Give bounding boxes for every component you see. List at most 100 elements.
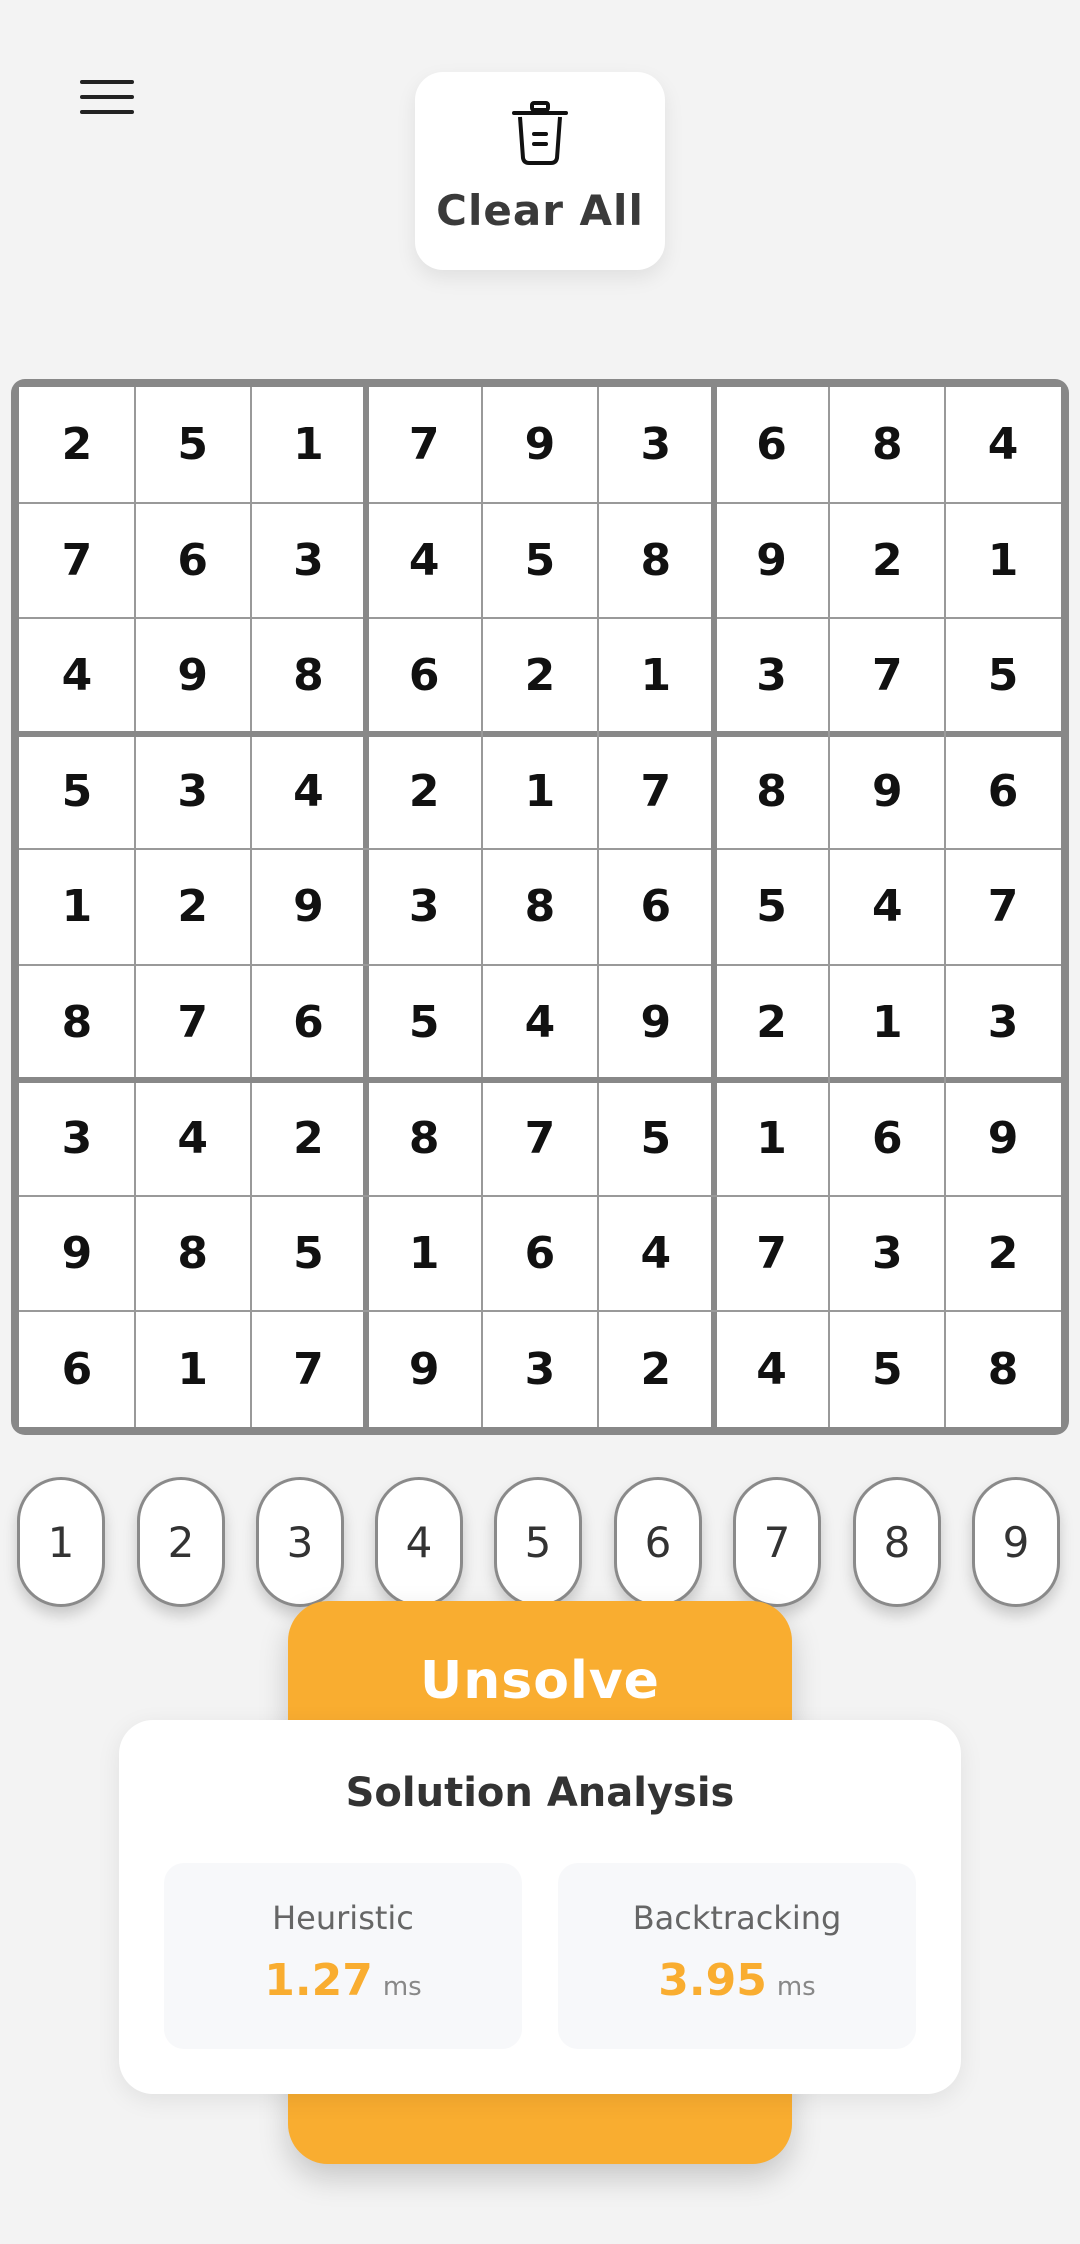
sudoku-cell[interactable]: 4 bbox=[829, 849, 945, 965]
number-button-8[interactable]: 8 bbox=[853, 1477, 941, 1607]
sudoku-cell[interactable]: 8 bbox=[714, 734, 830, 850]
sudoku-cell[interactable]: 7 bbox=[366, 387, 482, 503]
number-button-5[interactable]: 5 bbox=[494, 1477, 582, 1607]
sudoku-cell[interactable]: 9 bbox=[19, 1196, 135, 1312]
sudoku-cell[interactable]: 6 bbox=[482, 1196, 598, 1312]
heuristic-value: 1.27 bbox=[264, 1955, 373, 2006]
backtracking-unit: ms bbox=[776, 1972, 816, 2002]
sudoku-cell[interactable]: 1 bbox=[598, 618, 714, 734]
sudoku-cell[interactable]: 8 bbox=[19, 965, 135, 1081]
sudoku-cell[interactable]: 3 bbox=[714, 618, 830, 734]
sudoku-cell[interactable]: 4 bbox=[135, 1080, 251, 1196]
sudoku-cell[interactable]: 9 bbox=[251, 849, 367, 965]
number-button-3[interactable]: 3 bbox=[256, 1477, 344, 1607]
sudoku-cell[interactable]: 1 bbox=[135, 1311, 251, 1427]
sudoku-cell[interactable]: 2 bbox=[366, 734, 482, 850]
sudoku-cell[interactable]: 8 bbox=[135, 1196, 251, 1312]
sudoku-cell[interactable]: 6 bbox=[598, 849, 714, 965]
sudoku-cell[interactable]: 3 bbox=[135, 734, 251, 850]
sudoku-cell[interactable]: 7 bbox=[251, 1311, 367, 1427]
sudoku-cell[interactable]: 8 bbox=[598, 503, 714, 619]
sudoku-cell[interactable]: 5 bbox=[482, 503, 598, 619]
sudoku-cell[interactable]: 6 bbox=[829, 1080, 945, 1196]
sudoku-cell[interactable]: 8 bbox=[829, 387, 945, 503]
sudoku-cell[interactable]: 1 bbox=[714, 1080, 830, 1196]
sudoku-cell[interactable]: 5 bbox=[598, 1080, 714, 1196]
sudoku-cell[interactable]: 5 bbox=[366, 965, 482, 1081]
sudoku-cell[interactable]: 6 bbox=[251, 965, 367, 1081]
sudoku-cell[interactable]: 9 bbox=[714, 503, 830, 619]
sudoku-cell[interactable]: 7 bbox=[598, 734, 714, 850]
backtracking-time: 3.95 ms bbox=[558, 1955, 916, 2006]
sudoku-cell[interactable]: 2 bbox=[251, 1080, 367, 1196]
sudoku-cell[interactable]: 5 bbox=[714, 849, 830, 965]
number-button-7[interactable]: 7 bbox=[733, 1477, 821, 1607]
sudoku-cell[interactable]: 7 bbox=[945, 849, 1061, 965]
sudoku-cell[interactable]: 3 bbox=[251, 503, 367, 619]
sudoku-cell[interactable]: 4 bbox=[945, 387, 1061, 503]
sudoku-cell[interactable]: 6 bbox=[366, 618, 482, 734]
number-button-2[interactable]: 2 bbox=[137, 1477, 225, 1607]
sudoku-cell[interactable]: 3 bbox=[945, 965, 1061, 1081]
sudoku-cell[interactable]: 5 bbox=[135, 387, 251, 503]
sudoku-cell[interactable]: 1 bbox=[482, 734, 598, 850]
sudoku-cell[interactable]: 5 bbox=[251, 1196, 367, 1312]
sudoku-cell[interactable]: 2 bbox=[19, 387, 135, 503]
sudoku-cell[interactable]: 2 bbox=[135, 849, 251, 965]
sudoku-cell[interactable]: 8 bbox=[251, 618, 367, 734]
number-button-1[interactable]: 1 bbox=[17, 1477, 105, 1607]
backtracking-value: 3.95 bbox=[658, 1955, 767, 2006]
sudoku-cell[interactable]: 7 bbox=[482, 1080, 598, 1196]
sudoku-cell[interactable]: 9 bbox=[366, 1311, 482, 1427]
sudoku-cell[interactable]: 2 bbox=[482, 618, 598, 734]
sudoku-cell[interactable]: 8 bbox=[482, 849, 598, 965]
sudoku-cell[interactable]: 7 bbox=[714, 1196, 830, 1312]
sudoku-cell[interactable]: 5 bbox=[829, 1311, 945, 1427]
menu-button[interactable] bbox=[80, 70, 146, 120]
sudoku-cell[interactable]: 6 bbox=[135, 503, 251, 619]
number-button-6[interactable]: 6 bbox=[614, 1477, 702, 1607]
sudoku-cell[interactable]: 4 bbox=[19, 618, 135, 734]
sudoku-cell[interactable]: 7 bbox=[19, 503, 135, 619]
sudoku-cell[interactable]: 2 bbox=[829, 503, 945, 619]
sudoku-cell[interactable]: 4 bbox=[482, 965, 598, 1081]
number-button-9[interactable]: 9 bbox=[972, 1477, 1060, 1607]
sudoku-cell[interactable]: 1 bbox=[19, 849, 135, 965]
sudoku-cell[interactable]: 2 bbox=[714, 965, 830, 1081]
sudoku-grid: 2517936847634589214986213755342178961293… bbox=[19, 387, 1061, 1427]
sudoku-cell[interactable]: 3 bbox=[19, 1080, 135, 1196]
number-pad: 123456789 bbox=[0, 1477, 1080, 1609]
sudoku-cell[interactable]: 9 bbox=[829, 734, 945, 850]
sudoku-cell[interactable]: 3 bbox=[482, 1311, 598, 1427]
sudoku-cell[interactable]: 6 bbox=[945, 734, 1061, 850]
sudoku-cell[interactable]: 2 bbox=[945, 1196, 1061, 1312]
sudoku-cell[interactable]: 9 bbox=[135, 618, 251, 734]
sudoku-cell[interactable]: 1 bbox=[366, 1196, 482, 1312]
number-button-4[interactable]: 4 bbox=[375, 1477, 463, 1607]
heuristic-label: Heuristic bbox=[272, 1899, 414, 1937]
clear-all-button[interactable]: Clear All bbox=[415, 72, 665, 270]
sudoku-cell[interactable]: 4 bbox=[366, 503, 482, 619]
sudoku-cell[interactable]: 1 bbox=[945, 503, 1061, 619]
sudoku-cell[interactable]: 1 bbox=[829, 965, 945, 1081]
sudoku-cell[interactable]: 9 bbox=[945, 1080, 1061, 1196]
heuristic-time: 1.27 ms bbox=[164, 1955, 522, 2006]
sudoku-cell[interactable]: 3 bbox=[366, 849, 482, 965]
sudoku-cell[interactable]: 8 bbox=[366, 1080, 482, 1196]
sudoku-cell[interactable]: 7 bbox=[135, 965, 251, 1081]
sudoku-cell[interactable]: 5 bbox=[19, 734, 135, 850]
sudoku-cell[interactable]: 7 bbox=[829, 618, 945, 734]
sudoku-cell[interactable]: 3 bbox=[598, 387, 714, 503]
sudoku-cell[interactable]: 1 bbox=[251, 387, 367, 503]
sudoku-cell[interactable]: 3 bbox=[829, 1196, 945, 1312]
sudoku-cell[interactable]: 2 bbox=[598, 1311, 714, 1427]
sudoku-cell[interactable]: 9 bbox=[598, 965, 714, 1081]
sudoku-cell[interactable]: 4 bbox=[251, 734, 367, 850]
sudoku-cell[interactable]: 5 bbox=[945, 618, 1061, 734]
sudoku-cell[interactable]: 6 bbox=[714, 387, 830, 503]
sudoku-cell[interactable]: 8 bbox=[945, 1311, 1061, 1427]
sudoku-cell[interactable]: 6 bbox=[19, 1311, 135, 1427]
sudoku-cell[interactable]: 4 bbox=[598, 1196, 714, 1312]
sudoku-cell[interactable]: 9 bbox=[482, 387, 598, 503]
sudoku-cell[interactable]: 4 bbox=[714, 1311, 830, 1427]
